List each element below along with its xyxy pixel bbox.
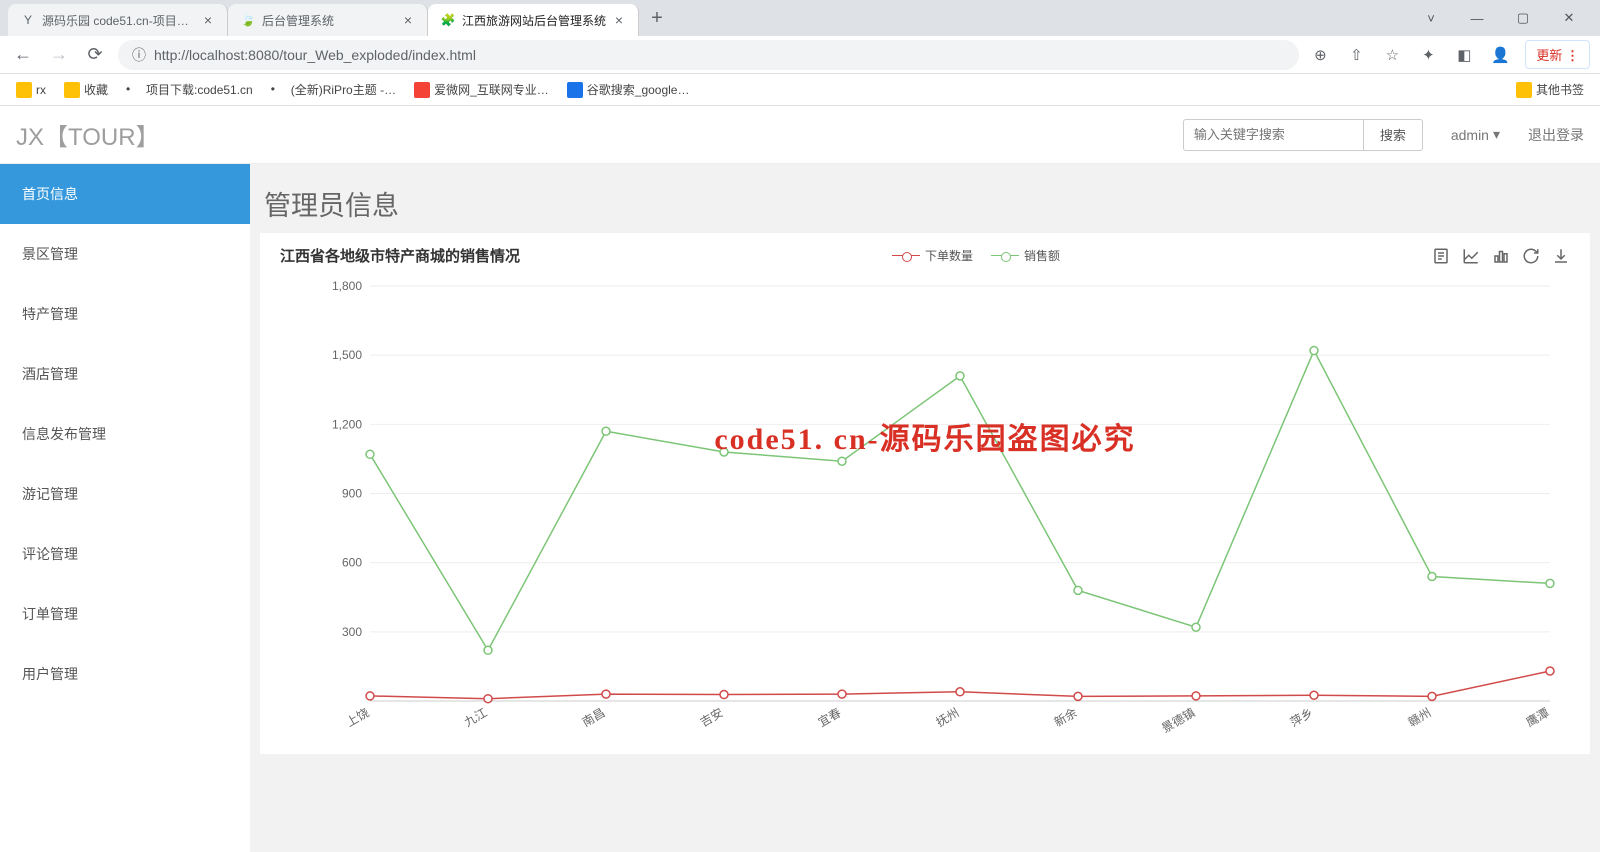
- sidebar-item[interactable]: 用户管理: [0, 644, 250, 704]
- svg-text:300: 300: [342, 625, 362, 639]
- sidebar-item[interactable]: 酒店管理: [0, 344, 250, 404]
- sidebar-item[interactable]: 景区管理: [0, 224, 250, 284]
- svg-text:南昌: 南昌: [579, 705, 607, 730]
- refresh-icon[interactable]: [1522, 247, 1540, 265]
- bookmark-label: rx: [36, 83, 46, 97]
- chrome-update-button[interactable]: 更新 ⋮: [1525, 40, 1590, 69]
- bookmark-label: 项目下载:code51.cn: [146, 81, 253, 98]
- page-title: 管理员信息: [264, 184, 1590, 223]
- chart-legend: 下单数量 销售额: [892, 247, 1060, 264]
- sidebar-item[interactable]: 特产管理: [0, 284, 250, 344]
- tab-bar: Y 源码乐园 code51.cn-项目论文代 ×🍃 后台管理系统 ×🧩 江西旅游…: [0, 0, 1600, 36]
- search-box: 搜索: [1183, 119, 1423, 151]
- favicon-icon: 🍃: [240, 12, 256, 28]
- other-bookmarks[interactable]: 其他书签: [1516, 81, 1584, 98]
- chart-holder: 300 600 900 1,200 1,500 1,800 上饶 九江 南昌 吉安 宜春 抚州 新余 景德…: [280, 266, 1570, 746]
- search-input[interactable]: [1183, 119, 1363, 151]
- svg-text:鹰潭: 鹰潭: [1523, 705, 1551, 730]
- chart-panel: 江西省各地级市特产商城的销售情况 下单数量 销售额 300 600 900 1,200 1…: [260, 233, 1590, 754]
- sidebar-item[interactable]: 信息发布管理: [0, 404, 250, 464]
- legend-item[interactable]: 下单数量: [892, 247, 973, 264]
- bookmark-item[interactable]: 收藏: [64, 81, 108, 98]
- svg-text:景德镇: 景德镇: [1159, 705, 1198, 736]
- bar-chart-icon[interactable]: [1492, 247, 1510, 265]
- app-topbar: JX【TOUR】 搜索 admin▾ 退出登录: [0, 106, 1600, 164]
- new-tab-button[interactable]: +: [643, 4, 671, 32]
- back-button[interactable]: ←: [10, 42, 36, 68]
- maximize-button[interactable]: ▢: [1500, 2, 1546, 34]
- svg-text:萍乡: 萍乡: [1288, 705, 1316, 729]
- bookmark-item[interactable]: •项目下载:code51.cn: [126, 81, 253, 98]
- legend-label: 销售额: [1024, 247, 1060, 264]
- bookmark-item[interactable]: •(全新)RiPro主题 -…: [271, 81, 396, 98]
- logout-link[interactable]: 退出登录: [1528, 125, 1584, 145]
- sidebar-item[interactable]: 游记管理: [0, 464, 250, 524]
- url-text: http://localhost:8080/tour_Web_exploded/…: [154, 47, 476, 63]
- legend-label: 下单数量: [925, 247, 973, 264]
- extensions-icon[interactable]: ✦: [1417, 44, 1439, 66]
- data-view-icon[interactable]: [1432, 247, 1450, 265]
- chrome-dropdown-icon[interactable]: ˅: [1408, 2, 1454, 34]
- bookmark-item[interactable]: 谷歌搜索_google…: [567, 81, 690, 98]
- tab-title: 后台管理系统: [262, 12, 395, 29]
- legend-item[interactable]: 销售额: [991, 247, 1060, 264]
- site-info-icon[interactable]: ⓘ: [132, 45, 146, 65]
- admin-menu[interactable]: admin▾: [1451, 126, 1500, 143]
- svg-text:上饶: 上饶: [344, 705, 372, 729]
- browser-tab[interactable]: 🧩 江西旅游网站后台管理系统 ×: [428, 4, 639, 36]
- sidepanel-icon[interactable]: ◧: [1453, 44, 1475, 66]
- tab-title: 江西旅游网站后台管理系统: [462, 12, 606, 29]
- bookmark-label: 谷歌搜索_google…: [587, 81, 690, 98]
- star-icon[interactable]: ☆: [1381, 44, 1403, 66]
- tab-title: 源码乐园 code51.cn-项目论文代: [42, 12, 195, 29]
- close-tab-icon[interactable]: ×: [201, 13, 215, 27]
- browser-chrome: Y 源码乐园 code51.cn-项目论文代 ×🍃 后台管理系统 ×🧩 江西旅游…: [0, 0, 1600, 106]
- chevron-down-icon: ▾: [1493, 126, 1500, 143]
- svg-text:新余: 新余: [1051, 705, 1079, 730]
- url-box[interactable]: ⓘ http://localhost:8080/tour_Web_explode…: [118, 40, 1299, 70]
- svg-text:九江: 九江: [462, 705, 490, 729]
- forward-button[interactable]: →: [46, 42, 72, 68]
- svg-text:900: 900: [342, 487, 362, 501]
- download-icon[interactable]: [1552, 247, 1570, 265]
- account-icon[interactable]: 👤: [1489, 44, 1511, 66]
- content-area: 管理员信息 江西省各地级市特产商城的销售情况 下单数量 销售额 300 600 900…: [250, 164, 1600, 852]
- chart-title: 江西省各地级市特产商城的销售情况: [280, 245, 520, 266]
- svg-text:1,500: 1,500: [332, 348, 362, 362]
- svg-text:1,800: 1,800: [332, 279, 362, 293]
- favicon-icon: Y: [20, 12, 36, 28]
- share-icon[interactable]: ⇧: [1345, 44, 1367, 66]
- sidebar-item[interactable]: 评论管理: [0, 524, 250, 584]
- reload-button[interactable]: ⟳: [82, 42, 108, 68]
- bookmark-item[interactable]: 爱微网_互联网专业…: [414, 81, 549, 98]
- chart-toolbar: [1432, 247, 1570, 265]
- svg-text:吉安: 吉安: [697, 705, 725, 730]
- zoom-icon[interactable]: ⊕: [1309, 44, 1331, 66]
- chart-svg: 300 600 900 1,200 1,500 1,800 上饶 九江 南昌 吉安 宜春 抚州 新余 景德…: [280, 266, 1570, 746]
- minimize-button[interactable]: ―: [1454, 2, 1500, 34]
- bookmark-label: 爱微网_互联网专业…: [434, 81, 549, 98]
- address-bar: ← → ⟳ ⓘ http://localhost:8080/tour_Web_e…: [0, 36, 1600, 74]
- close-tab-icon[interactable]: ×: [401, 13, 415, 27]
- favicon-icon: 🧩: [440, 12, 456, 28]
- close-tab-icon[interactable]: ×: [612, 13, 626, 27]
- svg-text:1,200: 1,200: [332, 417, 362, 431]
- bookmark-item[interactable]: rx: [16, 81, 46, 98]
- svg-text:600: 600: [342, 556, 362, 570]
- app-logo: JX【TOUR】: [16, 117, 160, 152]
- close-window-button[interactable]: ✕: [1546, 2, 1592, 34]
- bookmark-label: (全新)RiPro主题 -…: [291, 81, 396, 98]
- bookmark-label: 收藏: [84, 81, 108, 98]
- svg-text:赣州: 赣州: [1406, 705, 1434, 729]
- svg-text:宜春: 宜春: [815, 705, 843, 730]
- bookmark-bar: rx 收藏 •项目下载:code51.cn •(全新)RiPro主题 -… 爱微网_互联…: [0, 74, 1600, 106]
- line-chart-icon[interactable]: [1462, 247, 1480, 265]
- browser-tab[interactable]: 🍃 后台管理系统 ×: [228, 4, 428, 36]
- svg-text:抚州: 抚州: [934, 705, 962, 729]
- sidebar-item[interactable]: 首页信息: [0, 164, 250, 224]
- sidebar: 首页信息景区管理特产管理酒店管理信息发布管理游记管理评论管理订单管理用户管理: [0, 164, 250, 852]
- search-button[interactable]: 搜索: [1363, 119, 1423, 151]
- sidebar-item[interactable]: 订单管理: [0, 584, 250, 644]
- browser-tab[interactable]: Y 源码乐园 code51.cn-项目论文代 ×: [8, 4, 228, 36]
